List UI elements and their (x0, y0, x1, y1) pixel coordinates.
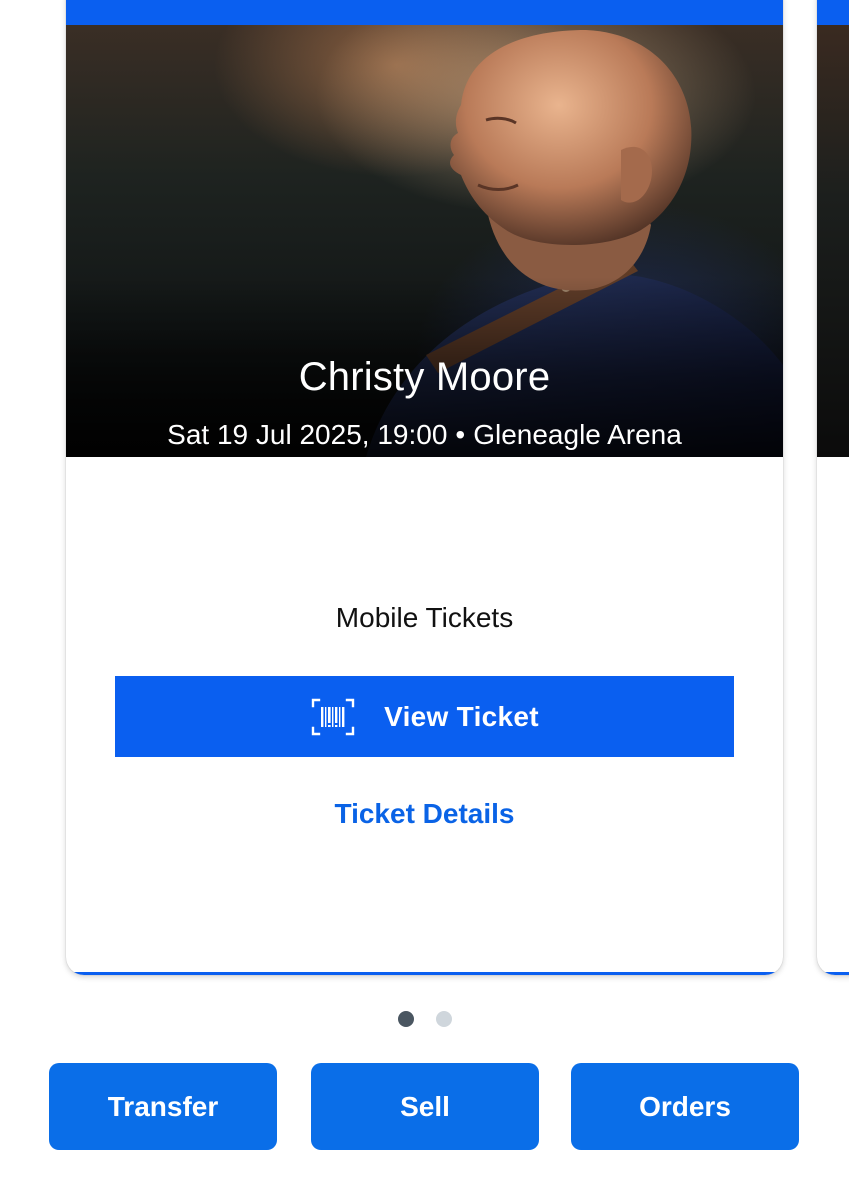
ticket-card[interactable]: Christy Moore Sat 19 Jul 2025, 19:00 • Gle… (66, 0, 783, 975)
next-card-header-bar (817, 0, 849, 25)
ticket-type-label: Mobile Tickets (335, 602, 514, 633)
ticket-actions-bar: Transfer Sell Orders (49, 1063, 800, 1150)
orders-button[interactable]: Orders (571, 1063, 799, 1150)
carousel-pager (0, 1011, 849, 1027)
event-hero-image: Christy Moore Sat 19 Jul 2025, 19:00 • Gle… (66, 25, 783, 457)
view-ticket-button[interactable]: View Ticket (115, 676, 734, 757)
card-footer-line (66, 972, 783, 975)
event-meta: Sat 19 Jul 2025, 19:00 • Gleneagle Arena (66, 419, 783, 451)
transfer-button[interactable]: Transfer (49, 1063, 277, 1150)
next-card-hero-image (817, 25, 849, 457)
next-card-footer-line (817, 972, 849, 975)
screen: Christy Moore Sat 19 Jul 2025, 19:00 • Gle… (0, 0, 849, 1200)
meta-separator: • (455, 419, 466, 450)
card-header-bar (66, 0, 783, 25)
pager-dot[interactable] (435, 1011, 452, 1027)
pager-dot-active[interactable] (397, 1011, 414, 1027)
view-ticket-label: View Ticket (384, 700, 539, 732)
event-venue: Gleneagle Arena (473, 419, 682, 450)
next-ticket-card[interactable] (817, 0, 849, 975)
event-title: Christy Moore (298, 355, 551, 399)
event-datetime: Sat 19 Jul 2025, 19:00 (167, 419, 448, 450)
sell-button[interactable]: Sell (311, 1063, 539, 1150)
ticket-details-link[interactable]: Ticket Details (66, 798, 783, 830)
barcode-scan-icon (311, 698, 355, 735)
